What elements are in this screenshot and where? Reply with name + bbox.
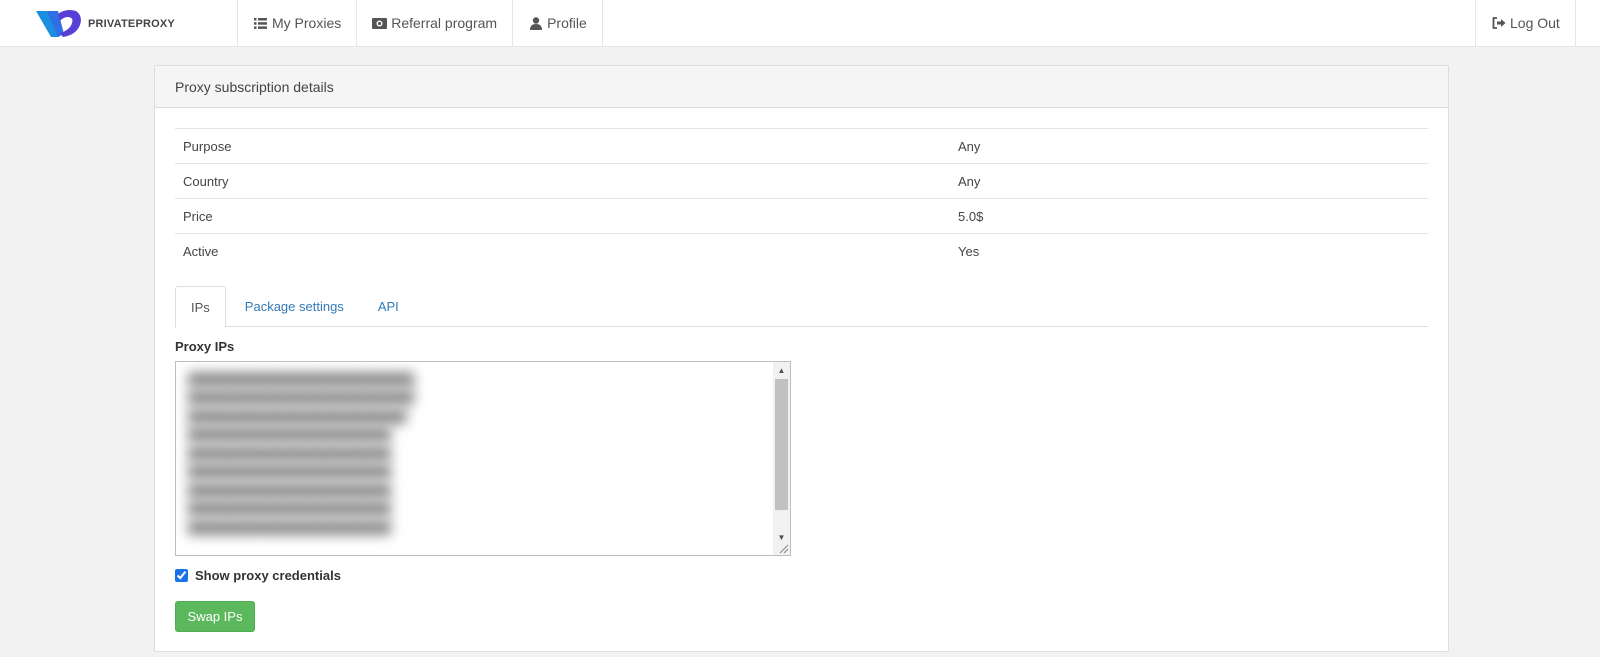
right-nav: Log Out xyxy=(1475,0,1576,46)
table-row: Purpose Any xyxy=(175,128,1428,164)
detail-value: Yes xyxy=(950,233,1428,269)
detail-label: Price xyxy=(175,198,950,234)
show-credentials-label: Show proxy credentials xyxy=(195,568,341,583)
panel-heading: Proxy subscription details xyxy=(155,66,1448,108)
detail-value: Any xyxy=(950,128,1428,164)
detail-label: Country xyxy=(175,163,950,199)
scrollbar-thumb[interactable] xyxy=(775,379,788,510)
textarea-scrollbar[interactable]: ▲ ▼ xyxy=(773,362,790,555)
nav-profile[interactable]: Profile xyxy=(513,0,603,46)
redacted-ip-line: ██████████████████████████ xyxy=(188,427,391,443)
list-icon xyxy=(253,16,268,30)
details-table: Purpose Any Country Any Price 5.0$ Activ… xyxy=(175,128,1428,269)
panel-title: Proxy subscription details xyxy=(175,78,334,95)
brand[interactable]: PRIVATEPROXY xyxy=(36,8,175,40)
redacted-ip-list: █████████████████████████████ ██████████… xyxy=(188,370,748,537)
money-icon xyxy=(372,16,388,30)
show-credentials-option[interactable]: Show proxy credentials xyxy=(175,568,341,583)
scroll-up-arrow-icon[interactable]: ▲ xyxy=(773,362,790,379)
redacted-ip-line: ██████████████████████████ xyxy=(188,501,391,517)
nav-profile-label: Profile xyxy=(547,15,587,31)
proxy-ips-label: Proxy IPs xyxy=(175,339,235,354)
sign-out-icon xyxy=(1491,16,1506,30)
detail-value: Any xyxy=(950,163,1428,199)
nav-referral-program[interactable]: Referral program xyxy=(357,0,514,46)
proxy-ips-textarea[interactable]: █████████████████████████████ ██████████… xyxy=(175,361,791,556)
table-row: Country Any xyxy=(175,163,1428,199)
detail-label: Purpose xyxy=(175,128,950,164)
redacted-ip-line: ██████████████████████████ xyxy=(188,519,391,535)
swap-ips-button[interactable]: Swap IPs xyxy=(175,601,255,632)
main-nav: My Proxies Referral program Profile xyxy=(237,0,603,46)
detail-label: Active xyxy=(175,233,950,269)
resize-handle-icon[interactable] xyxy=(777,542,789,554)
nav-my-proxies-label: My Proxies xyxy=(272,15,342,31)
brand-name: PRIVATEPROXY xyxy=(88,18,175,30)
table-row: Active Yes xyxy=(175,233,1428,269)
tab-package-settings[interactable]: Package settings xyxy=(230,286,359,327)
logout-label: Log Out xyxy=(1510,15,1560,31)
redacted-ip-line: ██████████████████████████ xyxy=(188,482,391,498)
tab-ips[interactable]: IPs xyxy=(175,286,226,328)
tabs: IPs Package settings API xyxy=(175,286,1428,328)
top-navbar: PRIVATEPROXY My Proxies Referral program… xyxy=(0,0,1600,47)
show-credentials-checkbox[interactable] xyxy=(175,569,188,582)
logout-button[interactable]: Log Out xyxy=(1476,0,1576,46)
detail-value: 5.0$ xyxy=(950,198,1428,234)
tab-api[interactable]: API xyxy=(363,286,414,327)
redacted-ip-line: ██████████████████████████ xyxy=(188,445,391,461)
subscription-panel: Proxy subscription details Purpose Any C… xyxy=(154,65,1449,652)
table-row: Price 5.0$ xyxy=(175,198,1428,234)
user-icon xyxy=(528,16,543,30)
redacted-ip-line: ████████████████████████████ xyxy=(188,408,407,424)
redacted-ip-line: ██████████████████████████ xyxy=(188,464,391,480)
redacted-ip-line: █████████████████████████████ xyxy=(188,390,415,406)
redacted-ip-line: █████████████████████████████ xyxy=(188,371,415,387)
nav-referral-program-label: Referral program xyxy=(391,15,498,31)
privateproxy-logo xyxy=(36,10,81,37)
nav-my-proxies[interactable]: My Proxies xyxy=(238,0,358,46)
